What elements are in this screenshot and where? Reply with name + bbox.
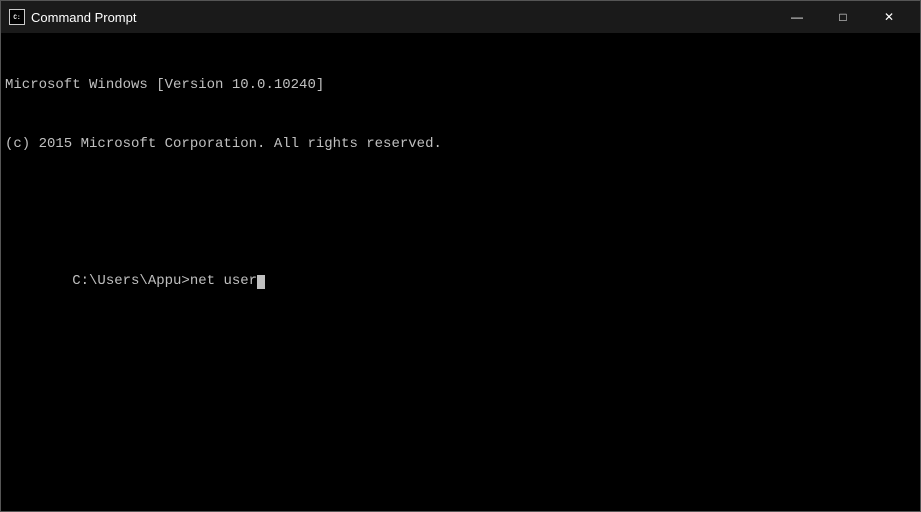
- console-prompt: C:\Users\Appu>net user: [72, 273, 257, 289]
- cmd-icon: [9, 9, 25, 25]
- window-title: Command Prompt: [31, 10, 774, 25]
- console-output: Microsoft Windows [Version 10.0.10240] (…: [5, 37, 916, 351]
- console-area[interactable]: Microsoft Windows [Version 10.0.10240] (…: [1, 33, 920, 511]
- console-line-1: Microsoft Windows [Version 10.0.10240]: [5, 76, 916, 96]
- minimize-button[interactable]: —: [774, 1, 820, 33]
- app-icon: [9, 9, 25, 25]
- window-controls: — □ ✕: [774, 1, 912, 33]
- maximize-button[interactable]: □: [820, 1, 866, 33]
- console-prompt-line: C:\Users\Appu>net user: [5, 253, 916, 312]
- close-button[interactable]: ✕: [866, 1, 912, 33]
- console-line-3: [5, 194, 916, 214]
- title-bar: Command Prompt — □ ✕: [1, 1, 920, 33]
- console-line-2: (c) 2015 Microsoft Corporation. All righ…: [5, 135, 916, 155]
- cursor: [257, 275, 265, 289]
- command-prompt-window: Command Prompt — □ ✕ Microsoft Windows […: [0, 0, 921, 512]
